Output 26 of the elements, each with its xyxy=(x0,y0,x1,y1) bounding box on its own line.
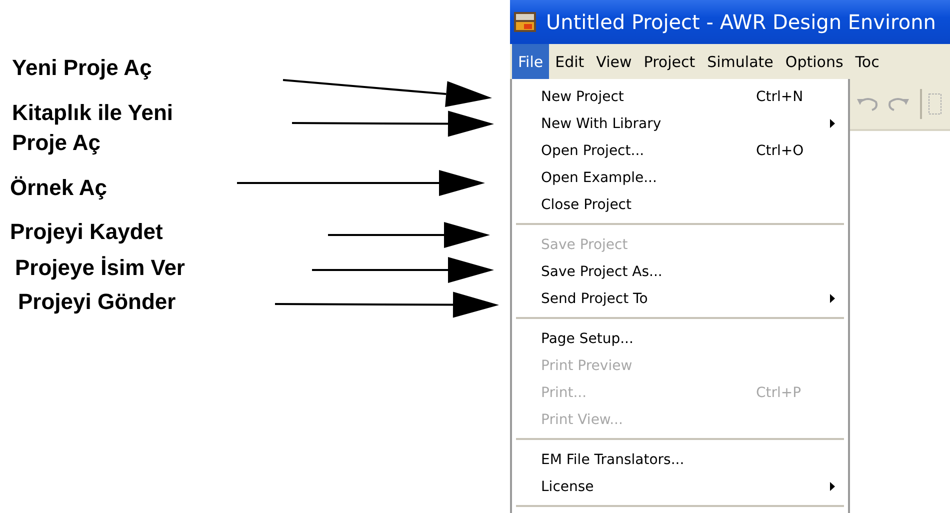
annotation-label: Projeyi Gönder xyxy=(18,289,176,315)
app-icon xyxy=(514,12,536,32)
menu-entry[interactable]: Open Example... xyxy=(512,164,848,191)
menu-item[interactable]: Simulate xyxy=(701,44,780,79)
menu-entry[interactable]: New With Library xyxy=(512,110,848,137)
annotation-label: Kitaplık ile Yeni Proje Aç xyxy=(12,99,174,157)
menu-entry[interactable]: New Project Ctrl+N xyxy=(512,83,848,110)
annotation-label: Projeyi Kaydet xyxy=(10,219,163,245)
menu-entry[interactable]: EM File Translators... xyxy=(512,446,848,473)
menu-entry[interactable]: Save Project As... xyxy=(512,258,848,285)
menu-item[interactable]: Toc xyxy=(849,44,886,79)
menu-item[interactable]: Options xyxy=(779,44,850,79)
window-title: Untitled Project - AWR Design Environn xyxy=(546,10,936,34)
menu-entry[interactable]: Page Setup... xyxy=(512,325,848,352)
menu-item[interactable]: View xyxy=(590,44,638,79)
menu-item[interactable]: Project xyxy=(638,44,702,79)
menu-entry[interactable]: Open Project... Ctrl+O xyxy=(512,137,848,164)
annotation-label: Yeni Proje Aç xyxy=(12,55,152,81)
toolbar-icon[interactable] xyxy=(928,93,942,115)
annotation-label: Örnek Aç xyxy=(10,175,108,201)
menu-entry[interactable]: Close Project xyxy=(512,191,848,218)
menu-item[interactable]: Edit xyxy=(549,44,590,79)
menu-entry[interactable]: Send Project To xyxy=(512,285,848,312)
menu-item[interactable]: File xyxy=(512,44,550,79)
menu-entry[interactable]: License xyxy=(512,473,848,500)
annotation-label: Projeye İsim Ver xyxy=(15,255,185,281)
